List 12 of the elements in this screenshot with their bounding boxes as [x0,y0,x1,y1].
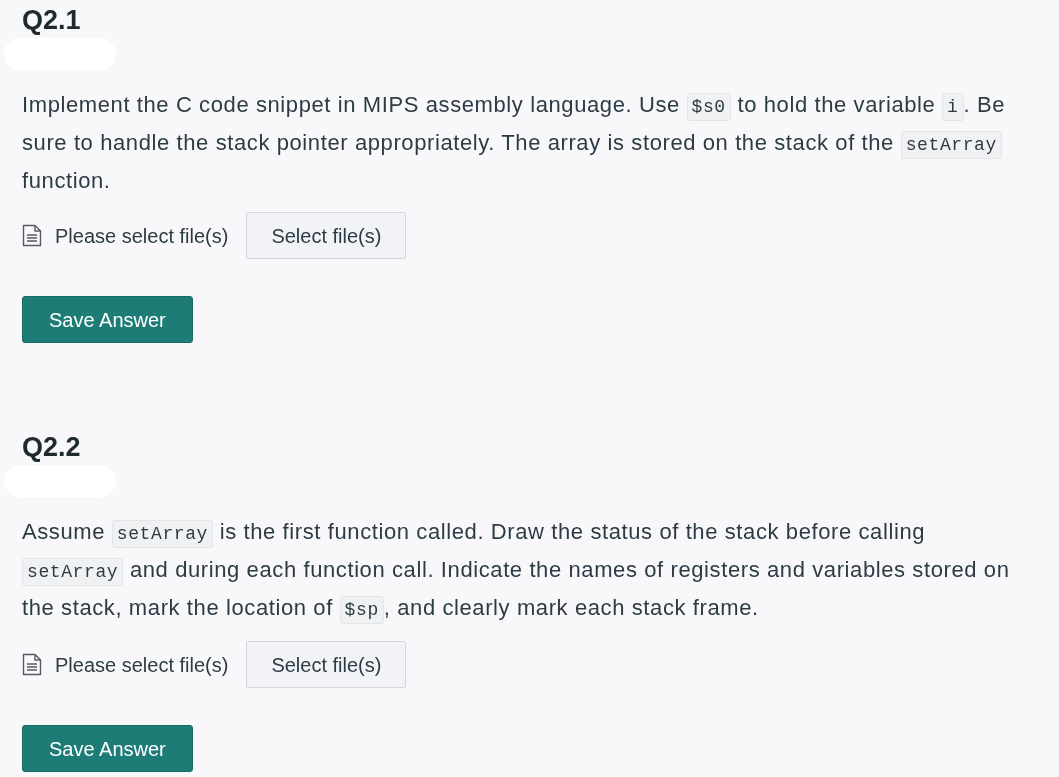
question-text: Implement the C code snippet in MIPS assembly language. Use $s0 to hold the variable i . Be sure to handle the stack pointer appropriately. The array is stored on the stack of the setArray function. [22,91,1007,195]
save-answer-button[interactable]: Save Answer [22,296,193,343]
document-icon [22,653,42,676]
save-answer-button[interactable]: Save Answer [22,725,193,772]
select-files-button[interactable]: Select file(s) [246,641,407,688]
question-text: Assume setArray is the first function called. Draw the status of the stack before calling setArray and during each function call. Indicate the names of registers and variables stored on the stack, mark the location of $sp , and clearly mark each stack frame. [22,514,1027,628]
question-title: Q2.2 [22,431,81,464]
question-title: Q2.1 [22,4,81,37]
file-status-text: Please select file(s) [55,652,229,678]
select-files-button[interactable]: Select file(s) [246,212,407,259]
document-icon [22,224,42,247]
file-status-text: Please select file(s) [55,223,229,249]
